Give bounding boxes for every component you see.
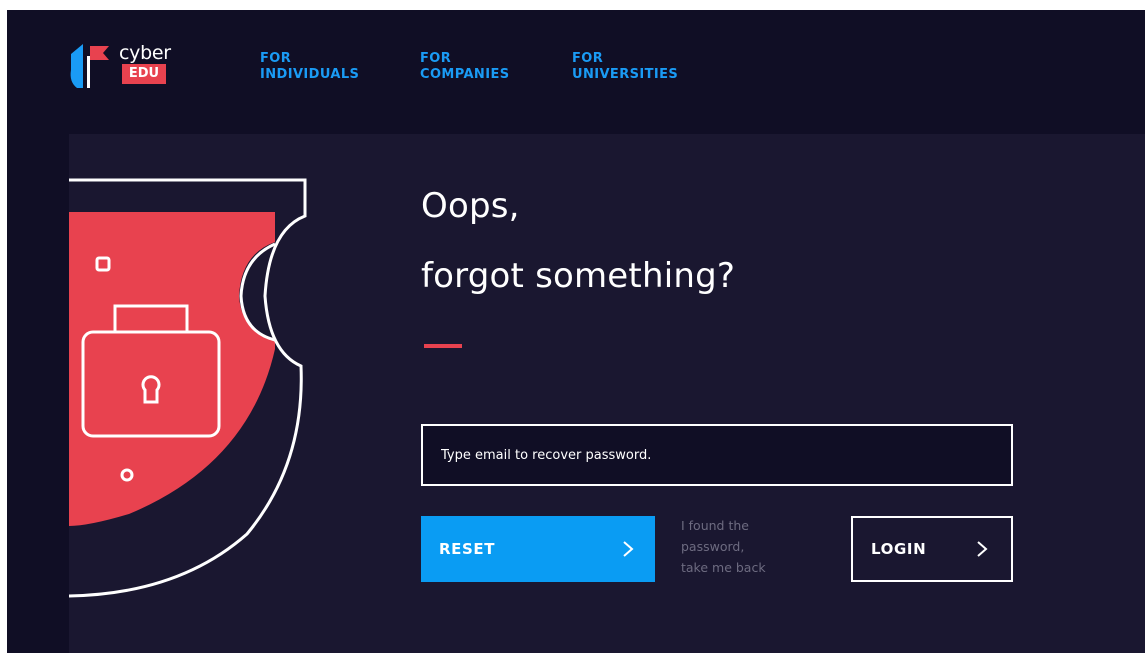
recover-password-panel: Oops, forgot something? RESET I found th… [69,134,1145,653]
found-link-line3: take me back [681,560,766,575]
reset-button-label: RESET [439,540,496,558]
heading-line2: forgot something? [421,256,736,296]
nav-for-universities[interactable]: FOR UNIVERSITIES [572,51,678,83]
page-heading: Oops, forgot something? [421,178,735,304]
login-button-label: LOGIN [871,540,927,558]
nav-for-companies[interactable]: FOR COMPANIES [420,51,572,83]
email-field[interactable] [421,424,1013,486]
found-link-line2: password, [681,539,745,554]
chevron-right-icon [623,541,634,557]
nav-item-line2: INDIVIDUALS [260,67,360,82]
heading-line1: Oops, [421,186,520,226]
nav-item-line2: UNIVERSITIES [572,67,679,82]
main-nav: FOR INDIVIDUALS FOR COMPANIES FOR UNIVER… [260,51,678,83]
logo-text-cyber: cyber [119,42,171,64]
nav-item-line2: COMPANIES [420,67,510,82]
reset-button[interactable]: RESET [421,516,655,582]
nav-for-individuals[interactable]: FOR INDIVIDUALS [260,51,420,83]
logo-text-edu: EDU [122,64,166,84]
nav-item-line1: FOR [420,51,452,66]
nav-item-line1: FOR [572,51,604,66]
login-button[interactable]: LOGIN [851,516,1013,582]
page-frame: cyber EDU FOR INDIVIDUALS FOR COMPANIES … [7,10,1145,653]
shield-lock-icon [69,178,307,598]
accent-divider [424,344,462,348]
flag-logo-icon [70,44,109,88]
chevron-right-icon [977,541,988,557]
back-to-login-link[interactable]: I found the password, take me back [681,515,811,578]
found-link-line1: I found the [681,518,749,533]
cyberedu-logo[interactable]: cyber EDU [67,42,197,90]
site-header: cyber EDU FOR INDIVIDUALS FOR COMPANIES … [7,10,1145,134]
nav-item-line1: FOR [260,51,292,66]
